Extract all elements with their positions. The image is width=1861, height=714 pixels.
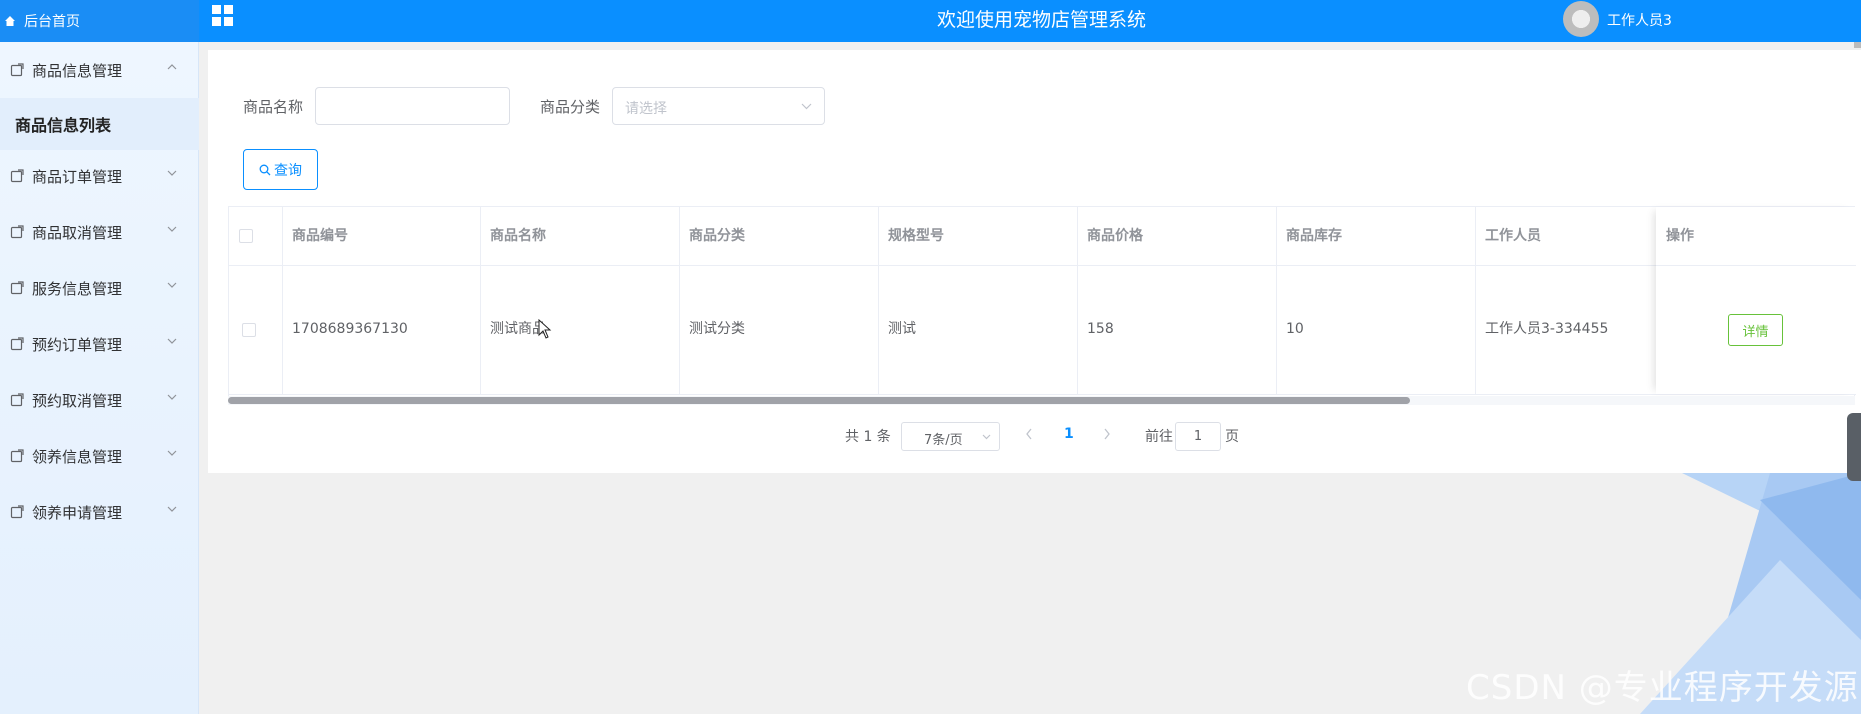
chevron-down-icon (167, 506, 177, 512)
goto-label: 前往 (1145, 429, 1173, 445)
column-header-code: 商品编号 (292, 228, 348, 244)
chevron-down-icon (167, 282, 177, 288)
mouse-cursor-icon (538, 319, 552, 339)
chevron-down-icon (167, 394, 177, 400)
name-label: 商品名称 (243, 98, 304, 116)
page-number-current[interactable]: 1 (1064, 426, 1074, 442)
select-all-checkbox[interactable] (239, 229, 253, 243)
user-name[interactable]: 工作人员3 (1607, 10, 1672, 30)
page-unit-label: 页 (1225, 429, 1239, 445)
category-placeholder: 请选择 (625, 101, 667, 117)
prev-page-icon[interactable] (1025, 428, 1033, 440)
row-divider (229, 394, 1856, 395)
document-icon (10, 393, 24, 407)
column-header-name: 商品名称 (490, 228, 546, 244)
detail-button[interactable]: 详情 (1728, 314, 1783, 346)
total-count: 共 1 条 (845, 429, 891, 445)
horizontal-scrollbar[interactable] (228, 397, 1410, 404)
document-icon (10, 63, 24, 77)
chevron-up-icon (167, 64, 177, 70)
chevron-down-icon (167, 226, 177, 232)
document-icon (10, 169, 24, 183)
page-size-select[interactable]: 7条/页 (901, 422, 1000, 451)
top-header: 后台首页 欢迎使用宠物店管理系统 工作人员3 (0, 0, 1861, 42)
name-input[interactable] (315, 87, 510, 125)
sidebar-item-label: 商品订单管理 (32, 167, 123, 186)
search-icon (259, 164, 271, 175)
watermark: CSDN @专业程序开发源 (1466, 668, 1859, 708)
chevron-down-icon (167, 170, 177, 176)
sidebar-item-label: 服务信息管理 (32, 279, 123, 298)
sidebar-item-label: 商品信息管理 (32, 61, 123, 80)
column-header-price: 商品价格 (1087, 228, 1143, 244)
category-label: 商品分类 (540, 98, 601, 116)
sidebar-item-product-cancel[interactable]: 商品取消管理 (0, 204, 199, 260)
cell-name: 测试商品 (490, 321, 546, 337)
sidebar-item-booking-cancel[interactable]: 预约取消管理 (0, 372, 199, 428)
category-select[interactable]: 请选择 (612, 87, 825, 125)
document-icon (10, 505, 24, 519)
column-header-spec: 规格型号 (888, 228, 944, 244)
column-header-stock: 商品库存 (1286, 228, 1342, 244)
product-table: 商品编号 商品名称 商品分类 规格型号 商品价格 商品库存 工作人员 17086… (228, 206, 1856, 400)
column-header-actions: 操作 (1666, 228, 1694, 244)
sidebar: 商品信息管理 商品信息列表 商品订单管理 商品取消管理 服务信息管理 预约订单管… (0, 42, 199, 714)
header-divider (1656, 265, 1856, 266)
document-icon (10, 449, 24, 463)
sidebar-item-label: 预约订单管理 (32, 335, 123, 354)
operations-column: 操作 详情 (1656, 207, 1856, 394)
sidebar-item-service-info[interactable]: 服务信息管理 (0, 260, 199, 316)
query-button-label: 查询 (274, 162, 302, 179)
sidebar-subitem-product-list[interactable]: 商品信息列表 (0, 98, 199, 150)
sidebar-item-label: 领养申请管理 (32, 503, 123, 522)
sidebar-item-label: 商品取消管理 (32, 223, 123, 242)
sidebar-item-label: 领养信息管理 (32, 447, 123, 466)
cell-category: 测试分类 (689, 321, 745, 337)
query-button[interactable]: 查询 (243, 149, 318, 190)
cell-staff: 工作人员3-334455 (1485, 321, 1609, 337)
side-collapse-tab[interactable] (1847, 413, 1861, 481)
next-page-icon[interactable] (1103, 428, 1111, 440)
sidebar-item-product-info[interactable]: 商品信息管理 (0, 42, 199, 98)
sidebar-item-adoption-info[interactable]: 领养信息管理 (0, 428, 199, 484)
row-checkbox[interactable] (242, 323, 256, 337)
chevron-down-icon (167, 450, 177, 456)
document-icon (10, 281, 24, 295)
column-header-staff: 工作人员 (1485, 228, 1541, 244)
goto-page-input[interactable]: 1 (1175, 422, 1221, 451)
cell-code: 1708689367130 (292, 321, 408, 337)
sidebar-item-booking-orders[interactable]: 预约订单管理 (0, 316, 199, 372)
cell-spec: 测试 (888, 321, 916, 337)
chevron-down-icon (982, 434, 991, 440)
chevron-down-icon (167, 338, 177, 344)
page-size-value: 7条/页 (924, 433, 963, 448)
chevron-down-icon (801, 103, 812, 110)
cell-price: 158 (1087, 321, 1114, 337)
sidebar-item-adoption-apply[interactable]: 领养申请管理 (0, 484, 199, 540)
top-right-strip (1854, 42, 1861, 48)
document-icon (10, 337, 24, 351)
avatar[interactable] (1563, 1, 1599, 37)
sidebar-item-label: 预约取消管理 (32, 391, 123, 410)
document-icon (10, 225, 24, 239)
sidebar-item-product-orders[interactable]: 商品订单管理 (0, 148, 199, 204)
cell-stock: 10 (1286, 321, 1304, 337)
column-header-category: 商品分类 (689, 228, 745, 244)
